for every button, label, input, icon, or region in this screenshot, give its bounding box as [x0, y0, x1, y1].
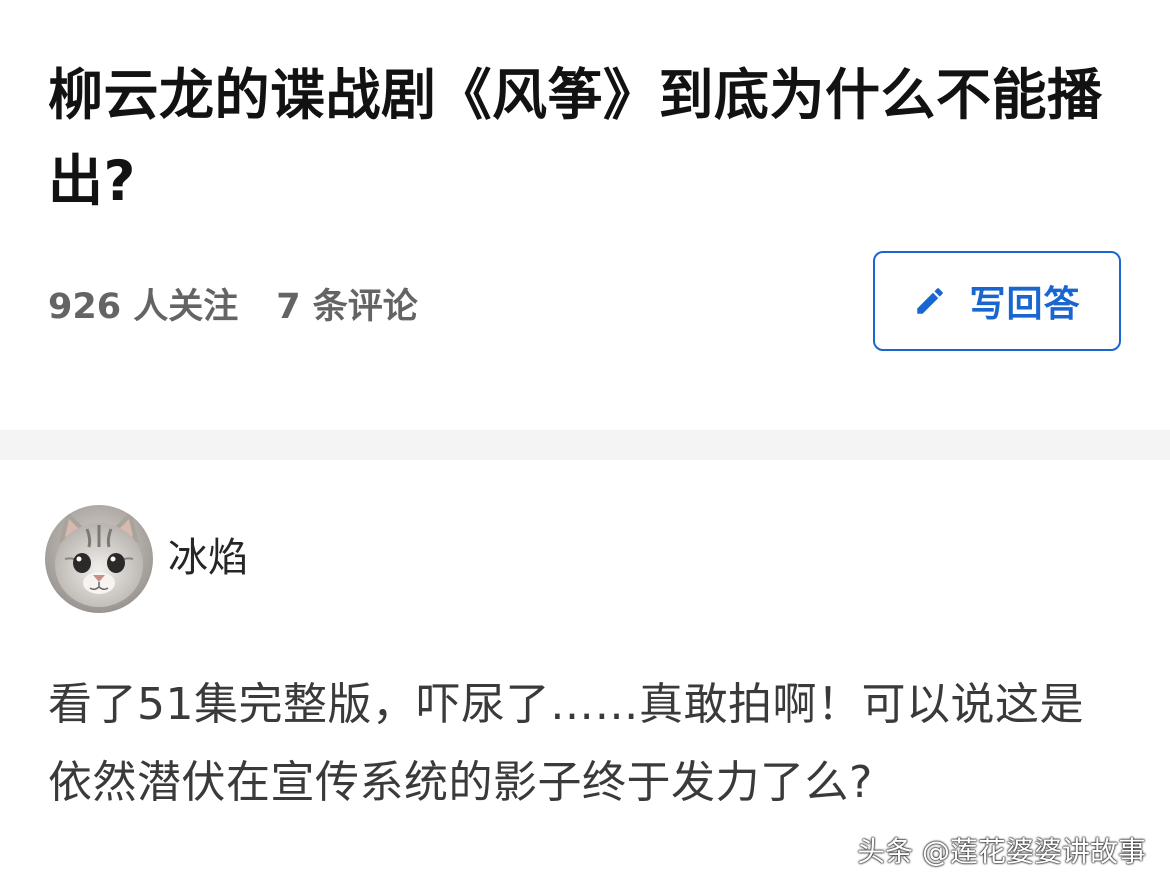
question-card: 柳云龙的谍战剧《风筝》到底为什么不能播出? 926 人关注 7 条评论 写回答: [0, 0, 1170, 430]
question-meta: 926 人关注 7 条评论: [48, 282, 418, 332]
cat-avatar-image: [45, 505, 153, 613]
pencil-icon: [917, 288, 944, 314]
follower-count[interactable]: 926 人关注: [48, 287, 238, 327]
write-answer-button[interactable]: 写回答: [873, 251, 1121, 351]
watermark: 头条 @莲花婆婆讲故事: [857, 835, 1146, 868]
section-divider: [0, 430, 1170, 460]
question-title[interactable]: 柳云龙的谍战剧《风筝》到底为什么不能播出?: [48, 52, 1108, 224]
avatar[interactable]: [45, 505, 153, 613]
write-answer-label: 写回答: [969, 284, 1081, 325]
answer-card: 冰焰 看了51集完整版，吓尿了……真敢拍啊！可以说这是依然潜伏在宣传系统的影子终…: [0, 460, 1170, 893]
comment-count[interactable]: 7 条评论: [276, 287, 418, 327]
page: 柳云龙的谍战剧《风筝》到底为什么不能播出? 926 人关注 7 条评论 写回答: [0, 0, 1170, 893]
answer-text[interactable]: 看了51集完整版，吓尿了……真敢拍啊！可以说这是依然潜伏在宣传系统的影子终于发力…: [48, 666, 1123, 822]
author-name[interactable]: 冰焰: [168, 532, 248, 584]
